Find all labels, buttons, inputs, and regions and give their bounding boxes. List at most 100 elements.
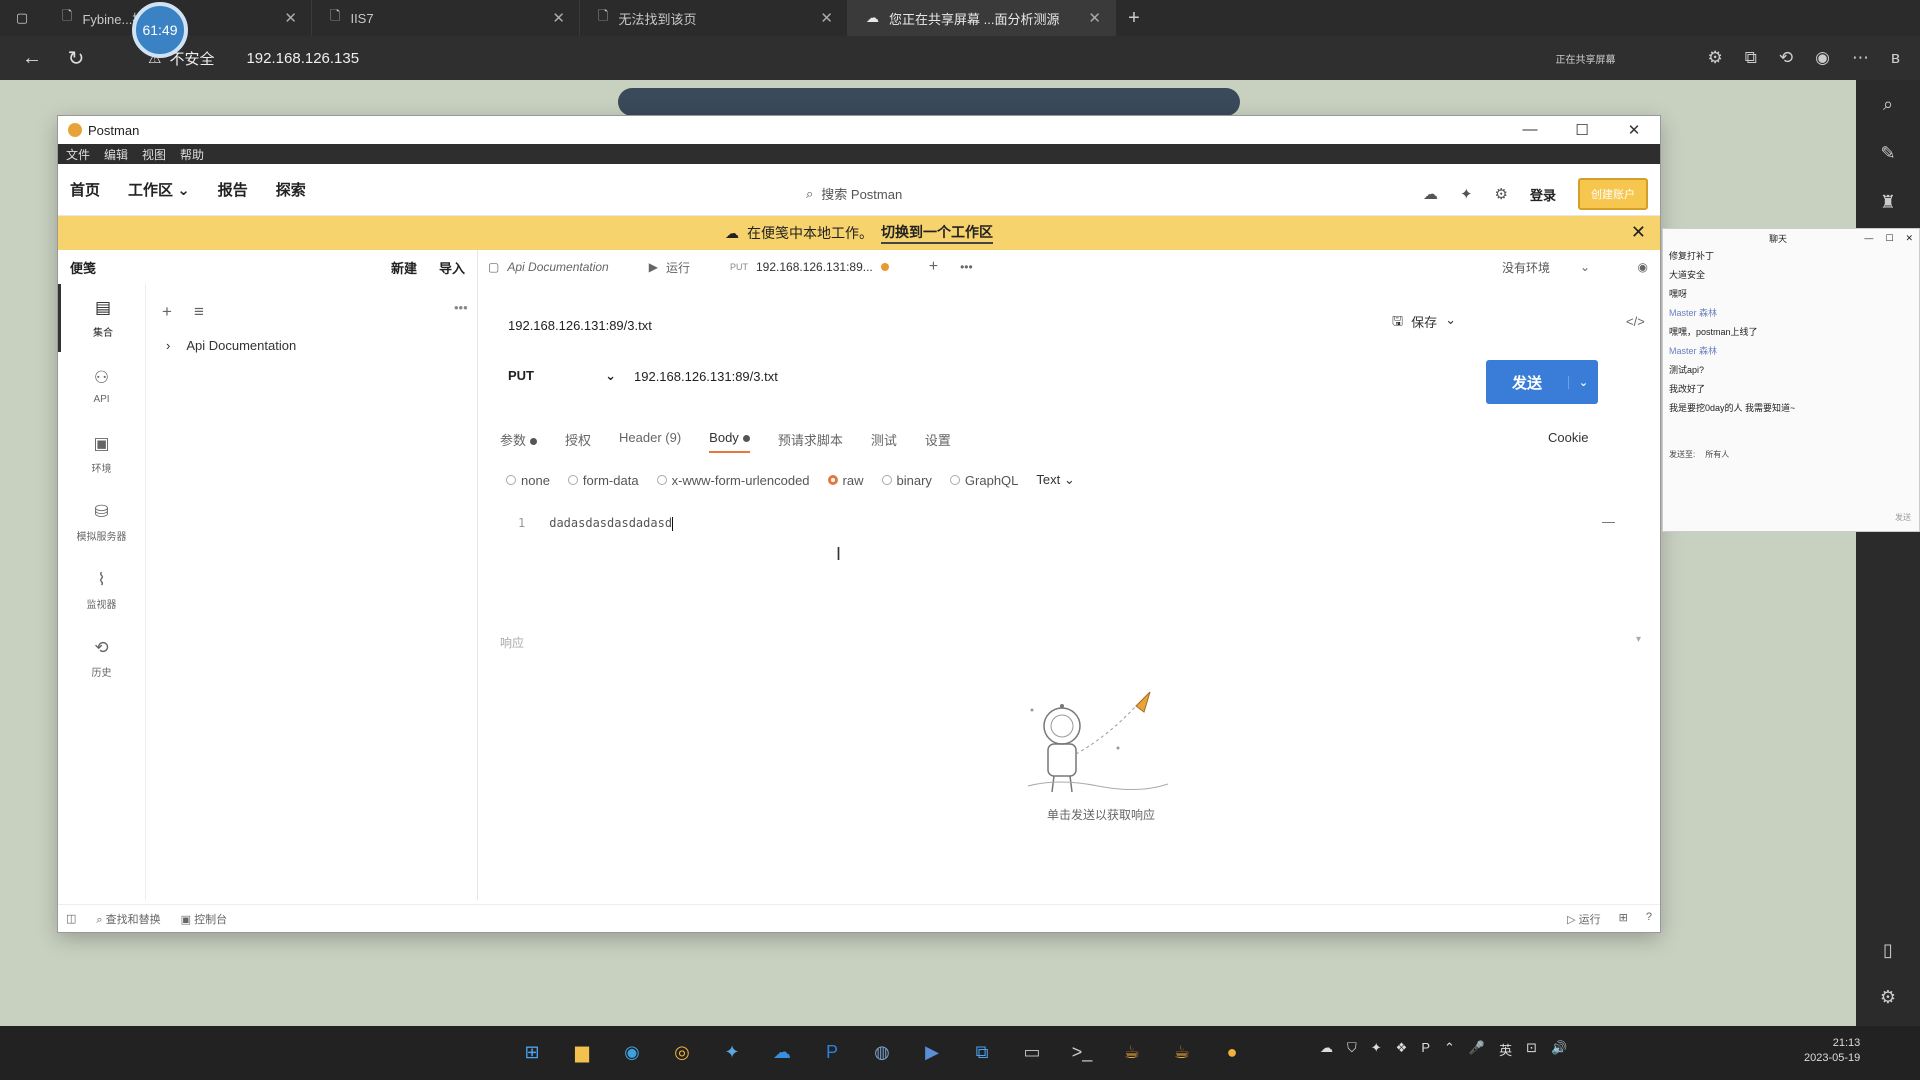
more-icon[interactable]: ••• xyxy=(960,260,973,274)
new-tab-button[interactable]: + xyxy=(929,258,938,276)
avatar[interactable]: ◉ xyxy=(1815,48,1830,68)
java-icon[interactable]: ☕ xyxy=(1114,1034,1150,1070)
close-icon[interactable]: ✕ xyxy=(1608,121,1660,139)
sync-cloud-icon[interactable]: ☁ xyxy=(1423,185,1438,203)
postman-icon[interactable]: ● xyxy=(1214,1034,1250,1070)
new-tab-button[interactable]: + xyxy=(1116,7,1152,30)
input-language[interactable]: 英 xyxy=(1499,1040,1512,1059)
switch-workspace-link[interactable]: 切换到一个工作区 xyxy=(881,222,993,244)
tab-settings[interactable]: 设置 xyxy=(925,430,951,453)
history-icon[interactable]: ⟲ xyxy=(1779,48,1793,68)
tray-app-icon[interactable]: P xyxy=(1421,1040,1430,1059)
tab-params[interactable]: 参数 xyxy=(500,430,538,453)
method-select[interactable]: PUT ⌄ xyxy=(508,368,616,384)
chrome-icon[interactable]: ◎ xyxy=(664,1034,700,1070)
close-icon[interactable]: ✕ xyxy=(552,9,565,27)
more-icon[interactable]: ••• xyxy=(454,300,468,315)
menu-file[interactable]: 文件 xyxy=(66,146,90,163)
body-type-binary[interactable]: binary xyxy=(881,473,932,488)
tab-actions-icon[interactable]: ▢ xyxy=(0,0,44,36)
maximize-icon[interactable]: ☐ xyxy=(1556,121,1608,139)
editor-collapse-icon[interactable]: — xyxy=(1602,514,1615,529)
menu-help[interactable]: 帮助 xyxy=(180,146,204,163)
search-input[interactable]: ⌕ 搜索 Postman xyxy=(806,184,902,203)
tab-put-request[interactable]: PUT 192.168.126.131:89... xyxy=(730,260,889,274)
system-clock[interactable]: 21:13 2023-05-19 xyxy=(1804,1036,1860,1066)
chevron-down-icon[interactable]: ⌄ xyxy=(1445,312,1456,334)
body-editor[interactable]: 1 dadasdasdasdadasd xyxy=(518,516,1638,531)
capture-icon[interactable]: ✦ xyxy=(1460,185,1473,203)
send-to-select[interactable]: 所有人 xyxy=(1705,449,1729,460)
import-button[interactable]: 导入 xyxy=(439,258,465,277)
body-type-graphql[interactable]: GraphQL xyxy=(949,473,1018,488)
sidebar-item-history[interactable]: ⟲ 历史 xyxy=(58,624,145,692)
tab-api-documentation[interactable]: ▢ Api Documentation xyxy=(488,260,609,274)
sidebar-toggle-icon[interactable]: ◫ xyxy=(66,912,76,925)
tray-app-icon[interactable]: ☁ xyxy=(1320,1040,1333,1059)
start-icon[interactable]: ⊞ xyxy=(514,1034,550,1070)
runner-button[interactable]: ▷ 运行 xyxy=(1567,911,1601,927)
close-icon[interactable]: ✕ xyxy=(820,9,833,27)
environment-select[interactable]: 没有环境 xyxy=(1502,259,1550,276)
browser-tab-3[interactable]: 🗋 无法找到该页 ✕ xyxy=(580,0,848,36)
layout-icon[interactable]: ⊞ xyxy=(1619,911,1628,927)
address-bar[interactable]: 192.168.126.135 xyxy=(246,50,359,67)
volume-icon[interactable]: 🔊 xyxy=(1551,1040,1567,1059)
network-icon[interactable]: ⊡ xyxy=(1526,1040,1537,1059)
sidebar-item-mock-servers[interactable]: ⛁ 模拟服务器 xyxy=(58,488,145,556)
signup-button[interactable]: 创建账户 xyxy=(1578,178,1648,210)
filter-icon[interactable]: ≡ xyxy=(194,302,204,322)
body-type-urlencoded[interactable]: x-www-form-urlencoded xyxy=(656,473,810,488)
body-format-select[interactable]: Text ⌄ xyxy=(1036,472,1074,488)
browser-tab-2[interactable]: 🗋 IIS7 ✕ xyxy=(312,0,580,36)
find-replace-button[interactable]: ⌕ 查找和替换 xyxy=(96,911,160,927)
nav-workspaces[interactable]: 工作区 ⌄ xyxy=(128,179,190,200)
sidebar-item-environments[interactable]: ▣ 环境 xyxy=(58,420,145,488)
settings-icon[interactable]: ⚙ xyxy=(1495,185,1508,203)
chevron-down-icon[interactable]: ⌄ xyxy=(1580,260,1590,274)
close-icon[interactable]: ✕ xyxy=(1088,9,1101,27)
url-input[interactable] xyxy=(634,364,1234,388)
p-app-icon[interactable]: P xyxy=(814,1034,850,1070)
sidebar-item-collections[interactable]: ▤ 集合 xyxy=(58,284,145,352)
games-icon[interactable]: ♜ xyxy=(1880,192,1896,213)
cookie-link[interactable]: Cookie xyxy=(1548,430,1588,445)
sidebar-item-api[interactable]: ⚇ API xyxy=(58,352,145,420)
maximize-icon[interactable]: ☐ xyxy=(1885,233,1893,244)
sidebar-toggle-icon[interactable]: ▯ xyxy=(1883,940,1893,961)
microphone-icon[interactable]: 🎤 xyxy=(1469,1040,1485,1059)
save-button[interactable]: 🖫 保存 ⌄ xyxy=(1392,312,1456,334)
add-icon[interactable]: + xyxy=(162,302,172,322)
bing-icon[interactable]: ʙ xyxy=(1891,48,1900,68)
request-title[interactable]: 192.168.126.131:89/3.txt xyxy=(508,318,652,333)
minimize-icon[interactable]: — xyxy=(1504,121,1556,139)
body-type-raw[interactable]: raw xyxy=(827,473,864,488)
app-icon[interactable]: ✦ xyxy=(714,1034,750,1070)
network-icon[interactable]: ◍ xyxy=(864,1034,900,1070)
console-button[interactable]: ▣ 控制台 xyxy=(181,911,227,927)
tab-body[interactable]: Body xyxy=(709,430,750,453)
send-button[interactable]: 发送 ⌄ xyxy=(1486,360,1598,404)
shield-icon[interactable]: ⛉ xyxy=(1347,1040,1357,1059)
more-icon[interactable]: ⋯ xyxy=(1852,48,1869,68)
close-icon[interactable]: ✕ xyxy=(1631,222,1646,243)
body-type-form-data[interactable]: form-data xyxy=(567,473,639,488)
tray-app-icon[interactable]: ❖ xyxy=(1396,1040,1408,1059)
browser-tab-4[interactable]: ☁ 您正在共享屏幕 ...面分析测源 ✕ xyxy=(848,0,1116,36)
nav-explore[interactable]: 探索 xyxy=(276,179,306,200)
sidebar-item-monitors[interactable]: ⌇ 监视器 xyxy=(58,556,145,624)
chevron-right-icon[interactable]: › xyxy=(166,338,170,353)
chevron-up-icon[interactable]: ⌃ xyxy=(1444,1040,1455,1059)
console-icon[interactable]: >_ xyxy=(1064,1034,1100,1070)
split-screen-icon[interactable]: ⧉ xyxy=(1745,48,1757,68)
menu-view[interactable]: 视图 xyxy=(142,146,166,163)
chat-send-button[interactable]: 发送 xyxy=(1895,512,1911,523)
collection-item[interactable]: › Api Documentation xyxy=(166,338,296,353)
meeting-icon[interactable]: ☁ xyxy=(764,1034,800,1070)
close-icon[interactable]: ✕ xyxy=(1905,233,1913,244)
powershell-icon[interactable]: ▶ xyxy=(914,1034,950,1070)
terminal-icon[interactable]: ▭ xyxy=(1014,1034,1050,1070)
tab-tests[interactable]: 测试 xyxy=(871,430,897,453)
tab-headers[interactable]: Header (9) xyxy=(619,430,681,453)
search-icon[interactable]: ⌕ xyxy=(1883,94,1893,115)
